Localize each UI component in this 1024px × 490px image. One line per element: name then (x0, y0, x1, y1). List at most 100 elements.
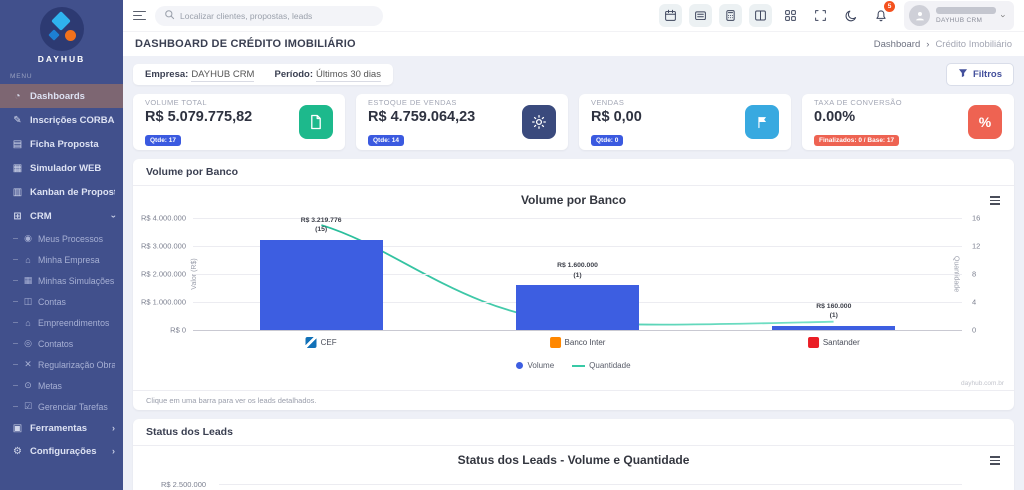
bar-value-label: R$ 160.000 (1) (816, 302, 852, 320)
kpi-value: R$ 0,00 (591, 108, 642, 125)
sidebar-item-dashboards[interactable]: ◔ Dashboards (0, 84, 123, 108)
chart-menu-icon[interactable] (990, 456, 1000, 465)
x-label-santander[interactable]: Santander (807, 337, 860, 348)
legend-volume[interactable]: Volume (516, 361, 554, 370)
watermark: dayhub.com.br (961, 380, 1004, 387)
kpi-card: ESTOQUE DE VENDAS R$ 4.759.064,23 Qtde: 14 (356, 94, 568, 150)
target-icon: ⊙ (24, 380, 32, 390)
sidebar-subitem-label: Minhas Simulações (38, 275, 115, 286)
sidebar-subitem-metas[interactable]: ⊙ Metas (0, 375, 123, 396)
volume-por-banco-card: Volume por Banco Volume por Banco Valor … (133, 159, 1014, 410)
apps-grid-icon[interactable] (779, 4, 802, 27)
kpi-value: 0.00% (814, 108, 856, 125)
fullscreen-icon[interactable] (809, 4, 832, 27)
funnel-icon (958, 68, 968, 81)
sidebar-item-ficha-proposta[interactable]: ▤ Ficha Proposta (0, 132, 123, 156)
sidebar-item-label: Inscrições CORBAN (30, 114, 115, 126)
kanban-board-icon[interactable] (749, 4, 772, 27)
spreadsheet-icon: ▦ (23, 275, 33, 285)
bar-santander[interactable] (772, 325, 896, 330)
tree-connector (13, 322, 18, 323)
periodo-label: Período: (274, 69, 314, 80)
sidebar-subitem-gerenciar-tarefas[interactable]: ☑ Gerenciar Tarefas (0, 396, 123, 417)
sidebar-item-kanban-de-propostas[interactable]: ▥ Kanban de Propostas (0, 180, 123, 204)
y-tick-left: R$ 1.000.000 (140, 297, 186, 307)
y-tick-left: R$ 0 (170, 325, 186, 335)
sidebar-subitem-minhas-simulacoes[interactable]: ▦ Minhas Simulações (0, 270, 123, 291)
bank-icon: ◫ (23, 296, 33, 306)
kpi-label: ESTOQUE DE VENDAS (368, 97, 457, 107)
bar-cef[interactable] (259, 239, 383, 330)
breadcrumb-home[interactable]: Dashboard (874, 39, 920, 50)
calculator-icon[interactable] (719, 4, 742, 27)
tree-connector (13, 301, 18, 302)
dark-mode-icon[interactable] (839, 4, 862, 27)
toolbox-icon: ▣ (12, 423, 23, 434)
global-search[interactable] (155, 5, 383, 26)
filtros-button[interactable]: Filtros (945, 63, 1014, 86)
quantidade-line-icon (572, 364, 586, 367)
sidebar-item-label: Simulador WEB (30, 162, 102, 174)
sidebar-subitem-empreendimentos[interactable]: ⌂ Empreendimentos (0, 312, 123, 333)
sidebar-item-simulador-web[interactable]: ▦ Simulador WEB (0, 156, 123, 180)
kpi-badge: Qtde: 14 (368, 134, 405, 146)
sidebar-item-crm[interactable]: ⊞ CRM › (0, 204, 123, 228)
notifications-icon[interactable]: 5 (869, 1, 895, 27)
schedule-icon[interactable] (659, 4, 682, 27)
sidebar-subitem-label: Gerenciar Tarefas (38, 401, 108, 412)
plot-area: Valor (R$) Quantidade R$ 4.000.00016R$ 3… (141, 214, 980, 335)
user-menu[interactable]: DAYHUB CRM › (904, 1, 1014, 30)
kpi-label: VOLUME TOTAL (145, 97, 207, 107)
sidebar-subitem-regularizacao-obra[interactable]: ✕ Regularização Obra (0, 354, 123, 375)
y-tick-right: 16 (972, 213, 981, 223)
notification-badge: 5 (884, 1, 895, 12)
y-tick-right: 8 (972, 269, 977, 279)
sidebar-item-ferramentas[interactable]: ▣ Ferramentas › (0, 417, 123, 440)
sidebar-subitem-contatos[interactable]: ◎ Contatos (0, 333, 123, 354)
kpi-label: VENDAS (591, 97, 625, 107)
chart-legend: Volume Quantidade (133, 361, 1014, 370)
legend-quantidade[interactable]: Quantidade (572, 361, 631, 370)
bar-banco-inter[interactable] (515, 285, 639, 330)
y-tick-right: 4 (972, 297, 977, 307)
status-dos-leads-card: Status dos Leads Status dos Leads - Volu… (133, 419, 1014, 490)
logo-text: DAYHUB (37, 54, 86, 64)
proposals-icon[interactable] (689, 4, 712, 27)
tree-connector (13, 343, 18, 344)
search-input[interactable] (180, 10, 374, 21)
chevron-down-icon: › (109, 214, 119, 218)
sidebar-subitem-meus-processos[interactable]: ◉ Meus Processos (0, 228, 123, 249)
flag-icon[interactable] (745, 105, 779, 139)
percent-icon[interactable]: % (968, 105, 1002, 139)
app-logo[interactable]: DAYHUB (0, 0, 123, 66)
bar-value-label: R$ 1.600.000 (1) (557, 262, 598, 279)
hamburger-menu-icon[interactable] (133, 10, 146, 21)
santander-logo-icon (807, 337, 819, 348)
sidebar-subitem-minha-empresa[interactable]: ⌂ Minha Empresa (0, 249, 123, 270)
volume-dot-icon (516, 362, 524, 369)
search-icon (164, 7, 175, 25)
filter-row: Empresa: DAYHUB CRM Período: Últimos 30 di… (133, 63, 1014, 86)
y-tick-left: R$ 3.000.000 (140, 241, 186, 251)
x-label-banco-inter[interactable]: Banco Inter (549, 337, 605, 348)
x-label-cef[interactable]: CEF (305, 337, 337, 348)
sidebar-item-configuracoes[interactable]: ⚙ Configurações › (0, 440, 123, 463)
banco-inter-logo-icon (549, 337, 561, 348)
y-tick-right: 0 (972, 325, 977, 335)
sidebar: DAYHUB MENU ◔ Dashboards ✎ Inscrições CORBA… (0, 0, 123, 490)
building-icon: ⌂ (25, 254, 31, 265)
file-icon[interactable] (299, 105, 333, 139)
bank-name: CEF (320, 338, 337, 347)
periodo-value: Últimos 30 dias (316, 69, 381, 82)
gear-icon[interactable] (522, 105, 556, 139)
sidebar-subitem-label: Contas (38, 296, 66, 307)
grid-icon: ⊞ (13, 210, 22, 222)
status-chart: Status dos Leads - Volume e Quantidade R… (133, 446, 1014, 490)
y-tick-left: R$ 4.000.000 (140, 213, 186, 223)
sidebar-item-inscricoes-corban[interactable]: ✎ Inscrições CORBAN (0, 108, 123, 132)
sidebar-subitem-label: Contatos (38, 338, 74, 349)
chart-menu-icon[interactable] (990, 196, 1000, 205)
bank-name: Santander (822, 338, 860, 347)
main-content: Empresa: DAYHUB CRM Período: Últimos 30 di… (123, 56, 1024, 490)
sidebar-subitem-contas[interactable]: ◫ Contas (0, 291, 123, 312)
